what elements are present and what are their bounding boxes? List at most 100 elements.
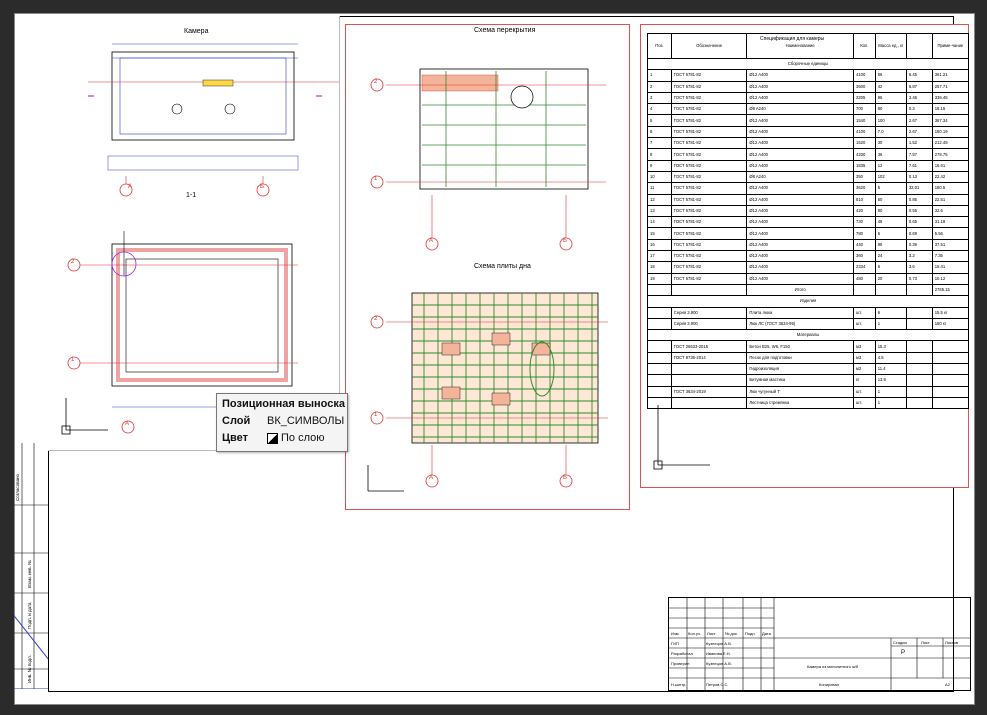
table-cell: Серия 3.900 [670,317,748,331]
table-cell: Ø12 A400 [746,148,854,161]
table-row: 14 ГОСТ 5781-82 Ø12 A400 730 48 0.65 31.18 [647,216,970,229]
table-row: 7 ГОСТ 5781-82 Ø12 A400 1520 30 1.52 212.49 [647,137,970,150]
table-cell: 1540 [852,114,876,127]
table-cell [905,351,933,365]
table-cell: 480 [852,272,876,285]
table-cell: шт. [852,396,876,410]
table-cell: 257.71 [931,80,970,93]
table-cell: 160.19 [931,125,970,139]
axis-1-left: 1 [71,357,75,363]
table-row: 17 ГОСТ 5781-82 Ø12 A400 360 24 3.2 7.35 [647,250,970,263]
table-row: 9 ГОСТ 5781-82 Ø12 A400 1835 12 7.61 16.61 [647,159,970,172]
axis-1-slab: 1 [374,412,378,418]
table-row: 19 ГОСТ 5781-82 Ø12 A400 480 20 0.73 10.12 [647,272,970,285]
table-row: ГОСТ 3634-2019 Люк чугунный Тшт. 1 [647,385,970,398]
table-cell: 3620 [852,182,876,195]
table-cell: 2205 [852,91,876,105]
stamp-sheet-label: Лист [921,640,930,645]
table-cell: 6 [874,261,907,274]
table-cell: ГОСТ 5781-82 [670,80,748,93]
table-cell [931,363,970,376]
table-cell: ГОСТ 8736-2014 [670,351,748,365]
table-cell: Ø12 A400 [746,137,854,150]
table-cell: 1 [874,317,907,331]
stamp-name: Иванова Е.Н. [706,651,731,656]
table-cell: 4100 [852,69,876,82]
table-cell: 0.65 [905,216,933,229]
stamp-format: А2 [945,682,950,687]
viewport-slabs[interactable]: Схема перекрытия Схема плиты дна 2 1 А Б… [345,24,630,510]
table-cell: 0.39 [905,238,933,252]
side-stamp-label-4: Инв. № подл. [27,654,32,683]
col-header [905,33,933,59]
table-cell: Люк ЛС (ГОСТ 3634-99) [746,317,854,331]
table-cell: шт. [852,306,876,319]
stamp-col-date: Дата [762,631,771,636]
table-cell: 19 [647,272,672,285]
table-cell: 810 [852,193,876,206]
table-cell: 16.61 [931,159,970,172]
table-row: 15 ГОСТ 5781-82 Ø12 A400 780 6 0.69 5.56 [647,227,970,240]
table-row: Битумная мастика кг 13.9 [647,374,970,387]
table-cell: Плита люка [746,306,854,319]
table-cell: 4200 [852,148,876,161]
table-cell: ГОСТ 5781-82 [670,125,748,139]
table-cell: 0.3 [905,103,933,116]
tooltip-color-value: По слою [267,432,325,444]
table-cell: 20 [874,272,907,285]
table-cell: Ø12 A400 [746,80,854,93]
table-cell: 4.5 [874,351,907,365]
table-cell: Гидроизоляция [746,363,854,376]
tooltip-header: Позиционная выноска [222,398,345,410]
table-cell: 15.3 [874,340,907,353]
table-cell: ГОСТ 5781-82 [670,69,748,82]
table-cell: 1 [874,396,907,410]
table-cell: ГОСТ 5781-82 [670,272,748,285]
table-cell: 3500 [852,80,876,93]
table-cell: 10.12 [931,272,970,285]
table-cell: 8 [647,148,672,161]
table-cell: 60 [874,103,907,116]
table-cell: ГОСТ 5781-82 [670,227,748,240]
table-cell: 3.6 [905,261,933,274]
table-cell: 1520 [852,137,876,150]
table-cell [905,396,933,410]
tooltip-color-label: Цвет [222,432,249,444]
table-cell: 0.85 [905,193,933,206]
table-section: Сборочные единицы [647,57,969,71]
table-cell [931,340,970,353]
table-cell: 5 [874,182,907,195]
axis-a-slab: А [429,475,434,481]
table-cell: 7.61 [905,159,933,172]
table-cell: Песок для подготовки [746,351,854,365]
table-row: 16 ГОСТ 5781-82 Ø12 A400 440 96 0.39 37.51 [647,238,970,252]
table-cell: 360 [852,250,876,263]
table-cell: шт. [852,317,876,331]
table-cell: 22.51 [931,193,970,206]
table-cell: ГОСТ 5781-82 [670,159,748,172]
tooltip-layer-label: Слой [222,415,251,427]
stamp-col-sign: Подп. [745,631,756,636]
table-cell: 11 [647,182,672,195]
table-cell: 6 [647,125,672,139]
table-cell: ГОСТ 5781-82 [670,250,748,263]
table-cell: 1.52 [905,137,933,150]
table-cell: 32.01 [905,182,933,195]
table-cell: Ø12 A400 [746,69,854,82]
table-cell [670,363,748,376]
table-cell: 17 [647,250,672,263]
table-cell: 160.5 [931,182,970,195]
table-cell [931,351,970,365]
table-cell: 13.9 [874,374,907,387]
table-cell: 361.21 [931,69,970,82]
table-cell: 3 [647,91,672,105]
side-stamp-label-1: Согласовано [15,473,20,501]
table-cell: 700 [852,103,876,116]
viewport-chamber[interactable]: Камера 1-1 А Б 2 1 А [48,16,340,451]
table-cell: Ø12 A400 [746,250,854,263]
table-cell: 6 [874,227,907,240]
object-tooltip: Позиционная выноска Слой ВК_СИМВОЛЫ Цвет… [216,393,348,452]
col-header: Масса ед., кг [874,33,907,59]
stamp-footer: Копировал [819,682,840,687]
table-cell: 1835 [852,159,876,172]
